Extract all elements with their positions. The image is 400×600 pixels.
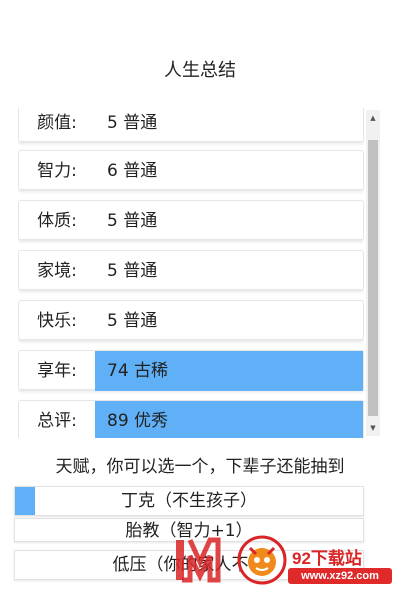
scroll-thumb[interactable] [368, 140, 378, 416]
talent-option-label: 丁克（不生孩子） [121, 491, 257, 511]
stat-value-box: 6 普通 [95, 151, 363, 191]
stat-label: 智力: [37, 161, 77, 181]
stat-value: 5 普通 [107, 261, 158, 281]
stat-row-intelligence: 智力: 6 普通 [18, 150, 364, 190]
stat-label: 享年: [37, 361, 77, 381]
stat-value: 5 普通 [107, 211, 158, 231]
scroll-down-arrow-icon[interactable]: ▼ [366, 420, 380, 436]
watermark: 92下载站 www.xz92.com [170, 530, 392, 594]
stat-row-physique: 体质: 5 普通 [18, 200, 364, 240]
stat-value-box: 5 普通 [95, 201, 363, 241]
stat-row-happiness: 快乐: 5 普通 [18, 300, 364, 340]
watermark-cartoon-icon [237, 535, 287, 585]
scroll-up-arrow-icon[interactable]: ▲ [366, 110, 380, 126]
stat-row-family: 家境: 5 普通 [18, 250, 364, 290]
watermark-brand: 92下载站 [292, 549, 362, 568]
stat-value-box: 5 普通 [95, 251, 363, 291]
stat-value: 5 普通 [107, 311, 158, 331]
stat-value: 6 普通 [107, 161, 158, 181]
watermark-logo-icon [176, 537, 221, 583]
stat-label: 家境: [37, 261, 77, 281]
stat-row-lifespan: 享年: 74 古稀 [18, 350, 364, 391]
stat-value-box: 74 古稀 [95, 351, 363, 391]
stats-list[interactable]: 颜值: 5 普通 智力: 6 普通 体质: 5 普通 家境: 5 普通 快乐: … [18, 108, 364, 438]
stat-value-box: 89 优秀 [95, 401, 363, 438]
talent-prompt: 天赋，你可以选一个，下辈子还能抽到 [55, 457, 345, 477]
stat-row-overall: 总评: 89 优秀 [18, 400, 364, 438]
watermark-url: www.xz92.com [288, 568, 392, 584]
stat-label: 快乐: [37, 311, 77, 331]
stat-value: 89 优秀 [107, 411, 169, 431]
stat-value: 5 普通 [107, 113, 158, 133]
page-title: 人生总结 [164, 60, 236, 81]
stat-value: 74 古稀 [107, 361, 169, 381]
stat-label: 总评: [37, 411, 77, 431]
talent-option-dink[interactable]: 丁克（不生孩子） [14, 486, 364, 516]
stat-label: 体质: [37, 211, 77, 231]
stat-value-box: 5 普通 [95, 301, 363, 341]
stat-row-appearance: 颜值: 5 普通 [18, 108, 364, 142]
scrollbar[interactable]: ▲ ▼ [366, 110, 380, 436]
option-selected-accent [15, 487, 35, 515]
stat-label: 颜值: [37, 113, 77, 133]
stat-value-box: 5 普通 [95, 108, 363, 143]
